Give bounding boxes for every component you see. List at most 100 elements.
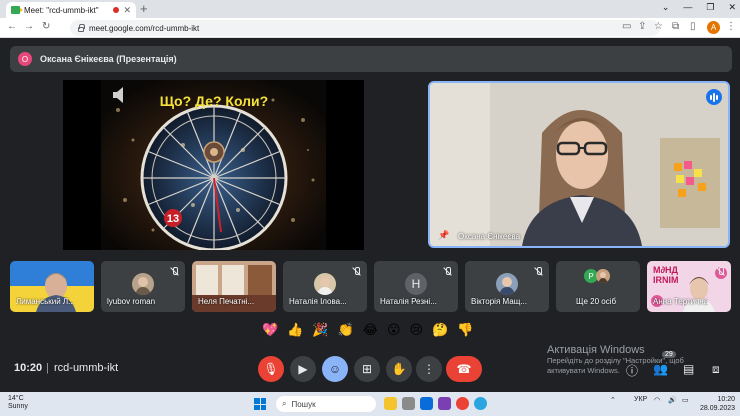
mic-off-icon [534,267,543,276]
meeting-info-icon[interactable]: ⓘ [626,362,638,379]
windows-taskbar: 14°C Sunny ⌕ Пошук ⌃ УКР ◠ 🔊 ▭ 10:20 28.… [0,392,740,416]
sidepanel-icon[interactable]: ▯ [690,21,696,32]
reaction-thinking[interactable]: 🤔 [432,322,448,338]
taskbar-search[interactable]: ⌕ Пошук [276,396,376,412]
camera-permission-icon[interactable]: ▭ [622,21,631,32]
reaction-party[interactable]: 🎉 [312,322,328,338]
people-icon[interactable]: 👥 [653,362,668,376]
more-vertical-icon: ⋮ [423,362,435,376]
participant-tile-6[interactable]: Вікторія Мащ... [465,261,549,312]
activities-icon[interactable]: ⧈ [712,362,720,377]
browser-toolbar: ← → ↻ meet.google.com/rcd-ummb-ikt ▭ ⇪ ☆… [0,18,740,38]
profile-avatar[interactable]: A [707,21,720,34]
presentation-banner: О Оксана Єнікеєва (Презентація) [10,46,732,72]
mic-off-icon: 🎙 [263,362,279,376]
wifi-icon[interactable]: ◠ [654,396,660,404]
participant-name-4: Наталія Ілова... [289,297,347,306]
present-screen-button[interactable]: ⊞ [354,356,380,382]
participant-tile-2[interactable]: lyubov roman [101,261,185,312]
minimize-icon[interactable]: — [683,2,692,13]
window-controls: ⌄ — ❐ ✕ [662,2,736,13]
slide-title: Що? Де? Коли? [160,93,268,109]
share-icon[interactable]: ⇪ [638,21,646,32]
phone-hangup-icon: ☎ [456,362,472,376]
meeting-clock: 10:20 [14,362,43,374]
edge-icon[interactable] [420,397,433,410]
reaction-clap[interactable]: 👏 [338,322,354,338]
mic-toggle-button[interactable]: 🎙 [258,356,284,382]
maximize-icon[interactable]: ❐ [706,2,714,13]
reactions-button[interactable]: ☺ [322,356,348,382]
close-window-icon[interactable]: ✕ [728,2,736,13]
reaction-surprised[interactable]: 😮 [387,322,401,338]
viber-icon[interactable] [438,397,451,410]
more-participants-label: Ще 20 осіб [576,297,617,306]
reaction-sad[interactable]: 😢 [410,322,424,338]
taskbar-date: 28.09.2023 [700,405,736,412]
shared-screen[interactable]: 13 Що? Де? Коли? [63,80,364,250]
battery-icon[interactable]: ▭ [682,396,689,404]
input-language[interactable]: УКР [634,396,647,403]
mic-off-icon [352,267,361,276]
reaction-thumbs-up[interactable]: 👍 [287,322,303,338]
menu-kebab-icon[interactable]: ⋮ [726,21,736,32]
participant-name-2: lyubov roman [107,297,156,306]
participant-tile-4[interactable]: Наталія Ілова... [283,261,367,312]
activation-title: Активація Windows [547,344,645,356]
new-tab-icon[interactable]: + [140,1,148,16]
url-text: meet.google.com/rcd-ummb-ikt [89,23,200,33]
weather-widget[interactable]: 14°C Sunny [8,395,28,411]
svg-text:IRNIM: IRNIM [653,275,679,285]
close-tab-icon[interactable]: ✕ [123,5,131,16]
presenter-camera-tile[interactable]: 📌 Оксана Єнікеєва [428,81,730,248]
participant-name-8: Анна Тертична [653,297,709,306]
volume-icon[interactable]: 🔊 [668,396,677,404]
telegram-icon[interactable] [474,397,487,410]
more-options-button[interactable]: ⋮ [416,356,442,382]
recording-dot-icon [113,7,120,13]
participant-avatar-6 [496,272,518,295]
lock-icon [78,23,85,32]
speaking-indicator-icon [706,89,722,105]
reaction-laugh[interactable]: 😂 [363,322,378,338]
mic-off-icon [716,267,725,276]
forward-icon[interactable]: → [24,21,34,32]
leave-call-button[interactable]: ☎ [446,356,482,382]
windows-start-icon[interactable] [254,398,266,410]
reaction-heart[interactable]: 💖 [262,322,278,338]
svg-text:M∂HД: M∂HД [653,265,678,275]
back-icon[interactable]: ← [7,21,17,32]
participant-tile-3[interactable]: Неля Печатні... [192,261,276,312]
people-count-badge: 29 [662,351,676,358]
slide-number: 13 [167,213,179,225]
pin-icon[interactable]: 📌 [438,230,449,241]
meeting-code: rcd-ummb-ikt [54,362,119,374]
mic-off-icon [443,267,452,276]
address-bar[interactable]: meet.google.com/rcd-ummb-ikt [70,20,660,36]
participant-tile-1[interactable]: Лиманський Л... [10,261,94,312]
weather-condition: Sunny [8,403,28,410]
participant-tile-8[interactable]: M∂HД IRNIM Анна Тертична [647,261,731,312]
participant-name-1: Лиманський Л... [16,297,75,306]
taskbar-app-icon[interactable] [402,397,415,410]
file-explorer-icon[interactable] [384,397,397,410]
presenter-label: Оксана Єнікеєва (Презентація) [40,54,177,64]
tray-chevron-icon[interactable]: ⌃ [610,396,616,404]
extensions-icon[interactable]: ⧉ [672,21,679,32]
chrome-icon[interactable] [456,397,469,410]
tab-search-icon[interactable]: ⌄ [662,2,670,13]
camera-participant-name: Оксана Єнікеєва [458,232,521,241]
camera-toggle-button[interactable]: ▶ [290,356,316,382]
browser-tab-meet[interactable]: Meet: "rcd-ummb-ikt" ✕ [6,2,136,18]
reload-icon[interactable]: ↻ [42,21,50,32]
more-participants-tile[interactable]: Р Ще 20 осіб [556,261,640,312]
taskbar-clock[interactable]: 10:20 28.09.2023 [700,395,735,413]
participant-tile-5[interactable]: Н Наталія Резні... [374,261,458,312]
reaction-thumbs-down[interactable]: 👎 [457,322,473,338]
tab-title: Meet: "rcd-ummb-ikt" [24,5,99,15]
raise-hand-button[interactable]: ✋ [386,356,412,382]
bookmark-star-icon[interactable]: ☆ [654,21,663,32]
participant-avatar-2 [132,272,154,295]
chat-icon[interactable]: ▤ [683,362,694,376]
emoji-icon: ☺ [328,362,342,376]
